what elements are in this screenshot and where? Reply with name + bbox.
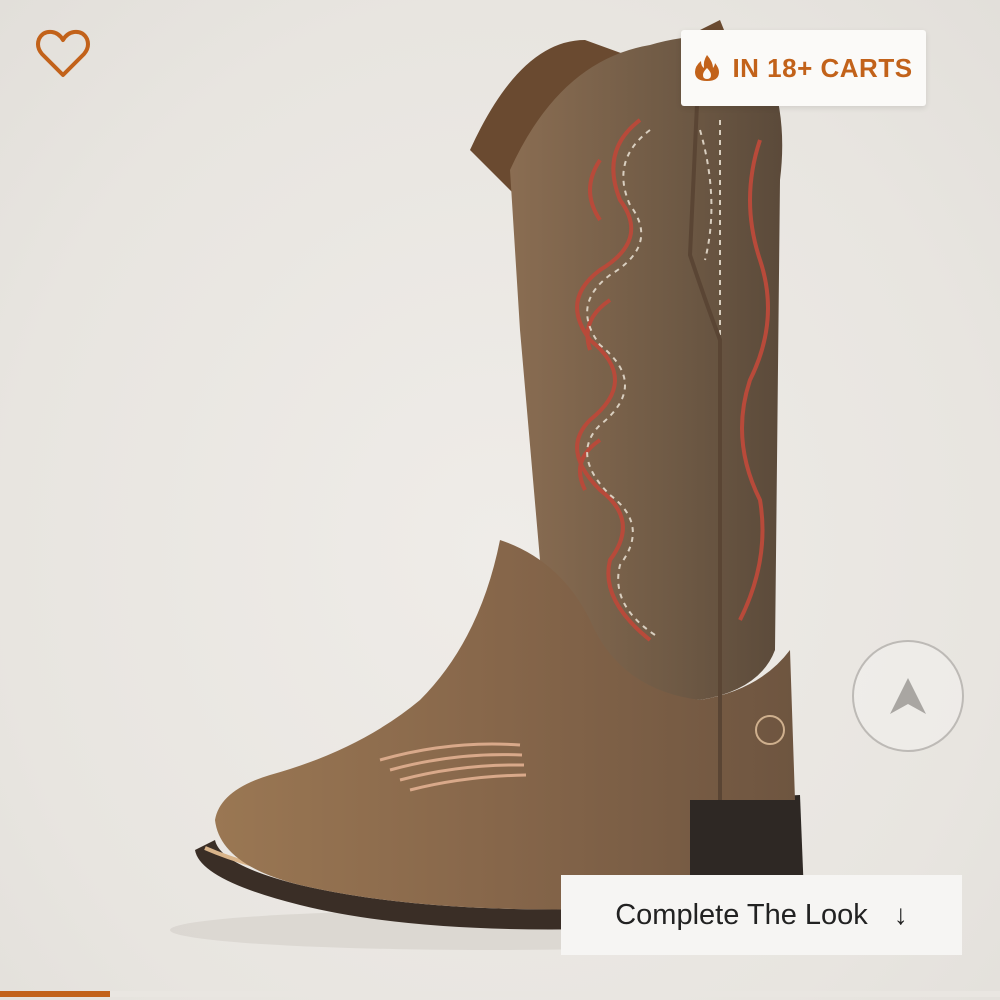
complete-the-look-label: Complete The Look <box>615 898 868 931</box>
heart-outline-icon[interactable] <box>34 28 92 80</box>
scroll-to-top-button[interactable] <box>852 640 964 752</box>
carousel-progress-fill <box>0 991 110 997</box>
complete-the-look-button[interactable]: Complete The Look ↓ <box>561 875 962 955</box>
down-arrow-icon: ↓ <box>893 899 908 930</box>
cowboy-boot-image <box>170 20 810 950</box>
fire-icon <box>695 55 720 81</box>
carousel-progress-track <box>0 991 1000 997</box>
carts-badge: IN 18+ CARTS <box>681 30 926 106</box>
product-image-area[interactable] <box>0 0 1000 1000</box>
carts-badge-text: IN 18+ CARTS <box>732 52 913 83</box>
navigation-arrow-icon <box>890 678 926 714</box>
